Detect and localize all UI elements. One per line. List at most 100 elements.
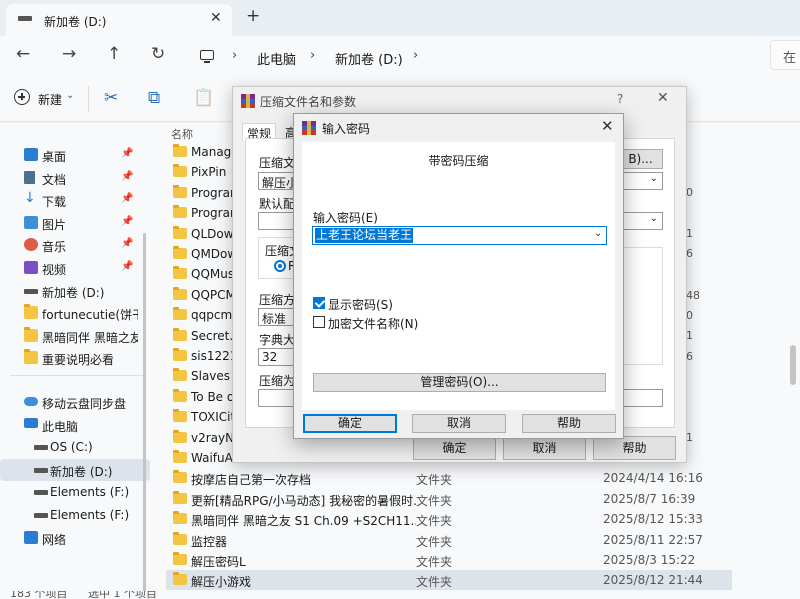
sidebar-item-quick-6[interactable]: 新加卷 (D:) (0, 280, 150, 302)
file-row[interactable]: 解压密码L 文件夹 2025/8/3 15:22 (166, 550, 732, 570)
drive-icon (34, 467, 48, 473)
back-icon[interactable]: ← (16, 44, 30, 64)
format-radio-rar[interactable] (274, 260, 286, 272)
file-name: 更新[精品RPG/小马动态] 我秘密的暑假时... (191, 493, 416, 508)
documents-icon (24, 170, 35, 184)
sidebar-item-quick-7[interactable]: fortunecutie(饼干 (0, 302, 150, 324)
pc-icon (24, 417, 38, 428)
password-cancel-button[interactable]: 取消 (412, 414, 506, 433)
archive-cancel-button[interactable]: 取消 (503, 436, 586, 460)
show-password-checkbox[interactable] (313, 297, 325, 309)
file-size-partial: 0 (686, 309, 693, 322)
paste-icon[interactable]: 📋 (193, 88, 214, 108)
split-field[interactable] (258, 389, 298, 407)
password-input[interactable]: 上老王论坛当老王 ⌄ (312, 226, 607, 245)
forward-icon[interactable]: → (62, 44, 76, 64)
folder-icon (173, 286, 187, 300)
file-row[interactable]: 更新[精品RPG/小马动态] 我秘密的暑假时... 文件夹 2025/8/7 16:… (166, 489, 732, 509)
sidebar-item-tree-6[interactable]: 网络 (0, 527, 150, 549)
encrypt-filenames-label[interactable]: 加密文件名称(N) (328, 315, 418, 332)
sidebar-item-quick-8[interactable]: 黑暗同伴 黑暗之友 (0, 325, 150, 347)
pictures-icon (24, 215, 38, 229)
sidebar-item-quick-1[interactable]: 文档 📌 (0, 167, 150, 189)
sidebar-item-tree-2[interactable]: OS (C:) (0, 436, 150, 458)
file-date: 2025/8/11 22:57 (603, 532, 703, 547)
sidebar-item-quick-9[interactable]: 重要说明必看 (0, 347, 150, 369)
file-type: 文件夹 (416, 493, 453, 508)
sidebar-item-label: 移动云盘同步盘 (42, 397, 127, 411)
search-input[interactable]: 在 (770, 40, 800, 70)
cut-icon[interactable]: ✂ (104, 88, 118, 108)
file-list-scrollbar[interactable] (790, 345, 796, 385)
drive-icon (18, 16, 32, 21)
breadcrumb-separator[interactable]: › (413, 48, 418, 63)
sidebar-item-quick-2[interactable]: ↓ 下载 📌 (0, 189, 150, 211)
file-date: 2025/8/12 15:33 (603, 512, 703, 527)
encrypt-filenames-checkbox[interactable] (313, 316, 325, 328)
dictionary-field[interactable]: 32 (258, 348, 298, 366)
sidebar-item-label: 此电脑 (42, 419, 79, 434)
folder-icon (173, 164, 187, 178)
file-size-partial: 48 (686, 289, 700, 302)
file-row[interactable]: 黑暗同伴 黑暗之友 S1 Ch.09 +S2CH11... 文件夹 2025/8/1… (166, 509, 732, 529)
sidebar-item-quick-3[interactable]: 图片 📌 (0, 212, 150, 234)
chevron-down-icon[interactable]: ⌄ (594, 228, 602, 239)
pin-icon: 📌 (121, 170, 134, 182)
sidebar-item-label: 重要说明必看 (42, 353, 115, 368)
tab-close-icon[interactable]: ✕ (210, 10, 222, 26)
dictionary-label: 字典大 (259, 333, 296, 347)
file-date: 2025/8/12 21:44 (603, 573, 703, 588)
file-size-partial: 6 (686, 350, 693, 363)
password-help-button[interactable]: 帮助 (522, 414, 616, 433)
sidebar-item-tree-3[interactable]: 新加卷 (D:) (0, 458, 150, 481)
up-icon[interactable]: ↑ (107, 44, 121, 64)
copy-icon[interactable]: ⧉ (148, 88, 160, 108)
close-icon[interactable]: ✕ (657, 90, 669, 106)
close-icon[interactable]: ✕ (601, 117, 614, 135)
title-bar: 新加卷 (D:) ✕ + (0, 0, 800, 36)
file-date: 2024/4/14 16:16 (603, 471, 703, 486)
profile-field[interactable] (258, 212, 298, 230)
tab-drive-d[interactable]: 新加卷 (D:) ✕ (6, 4, 232, 36)
column-header-name[interactable]: 名称 (171, 126, 193, 142)
file-row[interactable]: 解压小游戏 文件夹 2025/8/12 21:44 (166, 570, 732, 591)
sidebar-item-tree-1[interactable]: 此电脑 (0, 414, 150, 436)
new-tab-icon[interactable]: + (246, 6, 260, 26)
file-size-partial: 1 (686, 329, 693, 342)
file-row[interactable]: 按摩店自己第一次存档 文件夹 2024/4/14 16:16 (166, 468, 732, 488)
cloud-icon (24, 397, 38, 406)
show-password-label[interactable]: 显示密码(S) (328, 296, 393, 313)
password-value[interactable]: 上老王论坛当老王 (315, 228, 414, 243)
manage-passwords-button[interactable]: 管理密码(O)... (313, 373, 606, 392)
browse-button[interactable]: B)... (618, 149, 663, 169)
sidebar-scrollbar[interactable] (143, 233, 146, 593)
pc-icon (200, 50, 214, 63)
archive-ok-button[interactable]: 确定 (413, 436, 496, 460)
sidebar-item-label: 新加卷 (D:) (42, 285, 105, 300)
archive-help-button[interactable]: 帮助 (593, 436, 676, 460)
password-ok-button[interactable]: 确定 (303, 414, 397, 433)
file-name: 监控器 (191, 534, 228, 549)
refresh-icon[interactable]: ↻ (151, 44, 165, 64)
address-bar[interactable]: › 此电脑 › 新加卷 (D:) › (188, 40, 760, 74)
help-icon[interactable]: ? (617, 92, 623, 106)
sidebar-item-quick-0[interactable]: 桌面 📌 (0, 144, 150, 166)
breadcrumb-drive-d[interactable]: 新加卷 (D:) (335, 49, 403, 68)
sidebar-item-tree-5[interactable]: Elements (F:) (0, 504, 150, 526)
sidebar-item-quick-5[interactable]: 视频 📌 (0, 257, 150, 279)
sidebar-item-quick-4[interactable]: 音乐 📌 (0, 234, 150, 256)
folder-icon (173, 348, 187, 361)
breadcrumb-this-pc[interactable]: 此电脑 (257, 49, 296, 68)
sidebar-item-tree-0[interactable]: 移动云盘同步盘 (0, 391, 150, 413)
password-label: 输入密码(E) (313, 211, 378, 225)
tab-title: 新加卷 (D:) (44, 15, 107, 29)
file-row[interactable]: 监控器 文件夹 2025/8/11 22:57 (166, 530, 732, 550)
folder-icon (173, 552, 187, 565)
method-field[interactable]: 标准 (258, 308, 298, 326)
file-type: 文件夹 (416, 514, 453, 529)
folder-icon (173, 572, 187, 586)
winrar-icon (241, 94, 255, 108)
sidebar-item-tree-4[interactable]: Elements (F:) (0, 481, 150, 503)
videos-icon (24, 261, 38, 274)
breadcrumb-separator: › (232, 48, 238, 63)
